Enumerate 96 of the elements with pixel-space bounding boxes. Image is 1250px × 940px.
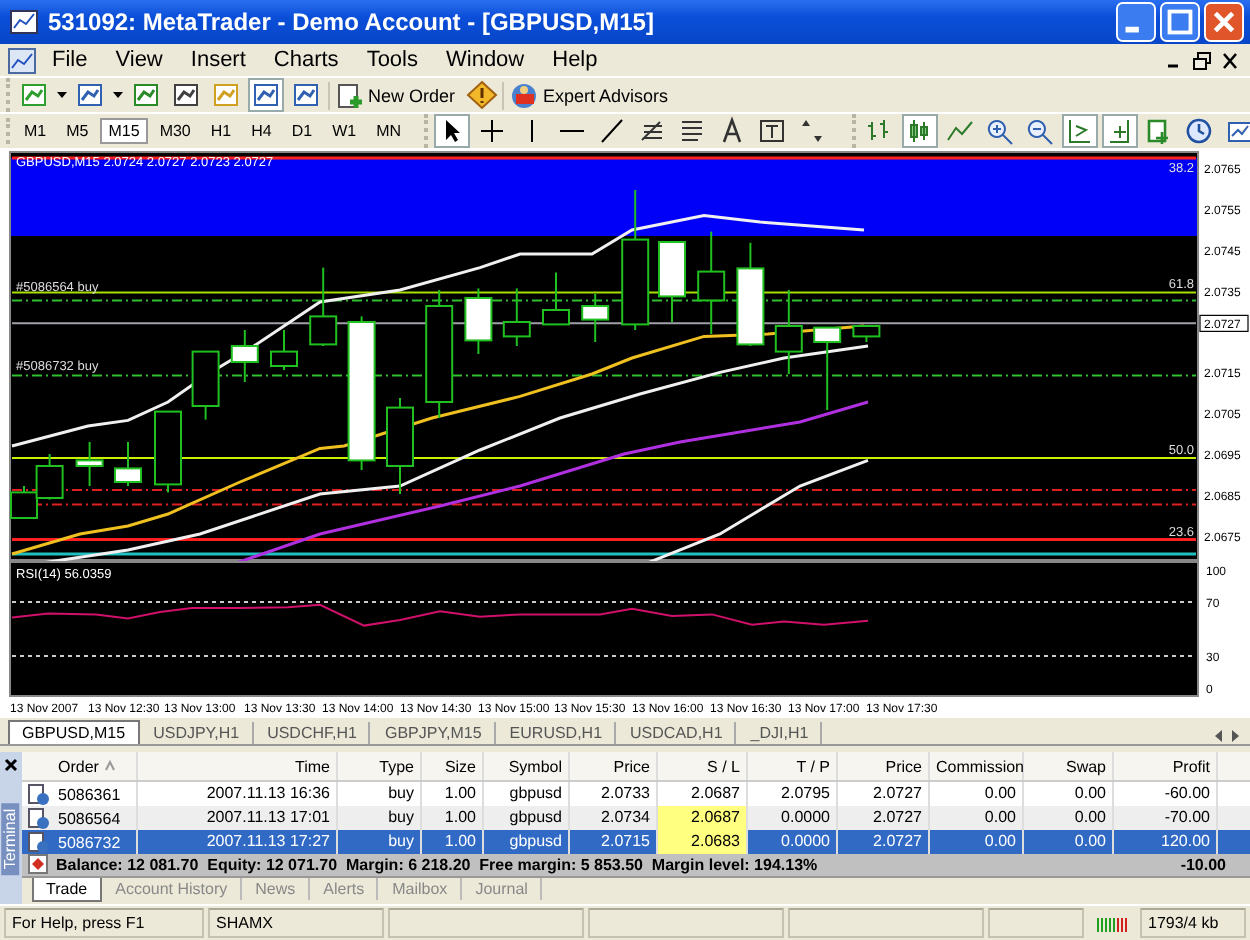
autoscroll-icon[interactable] — [1061, 114, 1098, 148]
order-icon — [28, 783, 50, 806]
candlestick — [697, 230, 726, 335]
column-header[interactable]: Swap — [1024, 752, 1114, 780]
menu-item[interactable]: Tools — [354, 48, 430, 72]
chart-tab[interactable]: USDCAD,H1 — [618, 722, 737, 744]
warning-diamond-icon[interactable] — [465, 80, 498, 110]
chart-tab[interactable]: EURUSD,H1 — [497, 722, 617, 744]
table-cell: 5086564 — [58, 809, 121, 828]
timeframe-button[interactable]: H1 — [202, 118, 240, 144]
candlestick — [75, 441, 104, 487]
candlestick — [425, 289, 454, 419]
timeframe-button[interactable]: D1 — [283, 118, 321, 144]
column-header[interactable]: Price — [570, 752, 658, 780]
candlestick — [502, 287, 531, 347]
candlestick — [581, 293, 610, 343]
timeframe-button[interactable]: M1 — [16, 118, 55, 144]
new-order-button[interactable]: New Order — [328, 81, 462, 109]
candlestick — [542, 271, 570, 326]
menu-item[interactable]: Insert — [178, 48, 258, 72]
timeframe-button[interactable]: M15 — [100, 118, 148, 144]
column-header[interactable]: Type — [338, 752, 422, 780]
chart-tab[interactable]: USDJPY,H1 — [141, 722, 254, 744]
app-icon — [10, 8, 38, 36]
timeframe-button[interactable]: H4 — [243, 118, 280, 144]
chart-tab[interactable]: GBPUSD,M15 — [8, 720, 140, 744]
close-icon[interactable] — [2, 756, 20, 774]
candlestick — [658, 241, 686, 323]
expert-advisors-icon — [509, 81, 540, 109]
chart-tab[interactable]: USDCHF,H1 — [255, 722, 371, 744]
order-icon — [28, 807, 50, 830]
candlestick — [114, 441, 142, 487]
order-icon — [28, 831, 50, 854]
table-cell: 2.0683 — [658, 829, 748, 854]
candlestick-icon[interactable] — [901, 114, 938, 148]
total-profit: -10.00 — [1180, 855, 1226, 874]
column-header[interactable]: Time — [138, 752, 338, 780]
timeframe-button[interactable]: W1 — [324, 118, 365, 144]
column-header[interactable]: Size — [422, 752, 484, 780]
status-text: SHAMX — [208, 908, 384, 938]
column-header[interactable]: T / P — [748, 752, 838, 780]
close-icon[interactable] — [1218, 49, 1242, 71]
restore-icon[interactable] — [1190, 49, 1214, 71]
column-header[interactable]: S / L — [658, 752, 748, 780]
column-header[interactable]: Profit — [1114, 752, 1218, 780]
candlestick — [154, 410, 182, 494]
chart-tab[interactable]: _DJI,H1 — [738, 722, 823, 744]
column-header[interactable]: Symbol — [484, 752, 570, 780]
candlestick — [230, 329, 259, 383]
menu-item[interactable]: Charts — [261, 48, 351, 72]
maximize-icon[interactable] — [1160, 2, 1200, 42]
balance-summary: Balance: 12 081.70 Equity: 12 071.70 Margin: 6 218.20 Free margin: 5 853.50 Margin level: 194.13% — [56, 855, 818, 874]
order-row[interactable]: 5086732 2007.11.13 17:27 buy 1.00 gbpusd 2.0715 2.0683 0.0000 2.0727 0.00 0.00 120.00 — [22, 829, 1250, 854]
column-header[interactable]: Order — [22, 752, 138, 780]
connection-icon — [1096, 914, 1128, 932]
candlestick — [852, 325, 881, 343]
candlestick — [736, 241, 765, 347]
table-cell: 5086361 — [58, 785, 121, 804]
status-text: 1793/4 kb — [1140, 908, 1246, 938]
column-header[interactable]: Commission — [930, 752, 1024, 780]
balance-icon — [28, 854, 48, 875]
cursor-icon[interactable] — [433, 114, 470, 148]
chart-shift-icon[interactable] — [1101, 114, 1138, 148]
menu-item[interactable]: View — [103, 48, 175, 72]
candlestick — [386, 397, 414, 495]
candlestick — [191, 350, 220, 421]
order-row[interactable]: 5086564 2007.11.13 17:01 buy 1.00 gbpusd 2.0734 2.0687 0.0000 2.0727 0.00 0.00 -70.00 — [22, 805, 1250, 830]
menu-item[interactable]: Window — [434, 48, 537, 72]
menu-item[interactable]: File — [40, 48, 100, 72]
status-text: For Help, press F1 — [4, 908, 204, 938]
table-cell: 5086732 — [58, 833, 121, 852]
candlestick — [309, 266, 338, 347]
sort-icon — [104, 760, 117, 772]
chart-window-icon[interactable] — [8, 47, 36, 73]
timeframe-button[interactable]: M30 — [151, 118, 199, 144]
order-row[interactable]: 5086361 2007.11.13 16:36 buy 1.00 gbpusd 2.0733 2.0687 2.0795 2.0727 0.00 0.00 -60.00 — [22, 781, 1250, 806]
candlestick — [621, 189, 650, 331]
status-panel — [988, 908, 1084, 938]
menu-item[interactable]: Help — [540, 48, 610, 72]
column-header[interactable]: Price — [838, 752, 930, 780]
terminal-tab[interactable]: Trade — [32, 878, 102, 903]
candlestick — [464, 287, 493, 355]
new-order-icon — [336, 81, 364, 109]
panel-title: Terminal — [2, 802, 20, 876]
timeframe-button[interactable]: MN — [368, 118, 410, 144]
timeframe-button[interactable]: M5 — [58, 118, 97, 144]
expert-advisors-button[interactable]: Expert Advisors — [501, 81, 675, 109]
candlestick — [270, 329, 298, 371]
candlestick — [774, 289, 803, 375]
candlestick — [35, 453, 64, 501]
scroll-left-icon[interactable] — [1212, 728, 1226, 744]
window-title: 531092: MetaTrader - Demo Account - [GBPUSD,M15] — [48, 8, 654, 36]
candlestick — [813, 326, 842, 411]
scroll-right-icon[interactable] — [1228, 728, 1242, 744]
table-cell: 2.0687 — [658, 805, 748, 830]
chart-tab[interactable]: GBPJPY,M15 — [372, 722, 496, 744]
